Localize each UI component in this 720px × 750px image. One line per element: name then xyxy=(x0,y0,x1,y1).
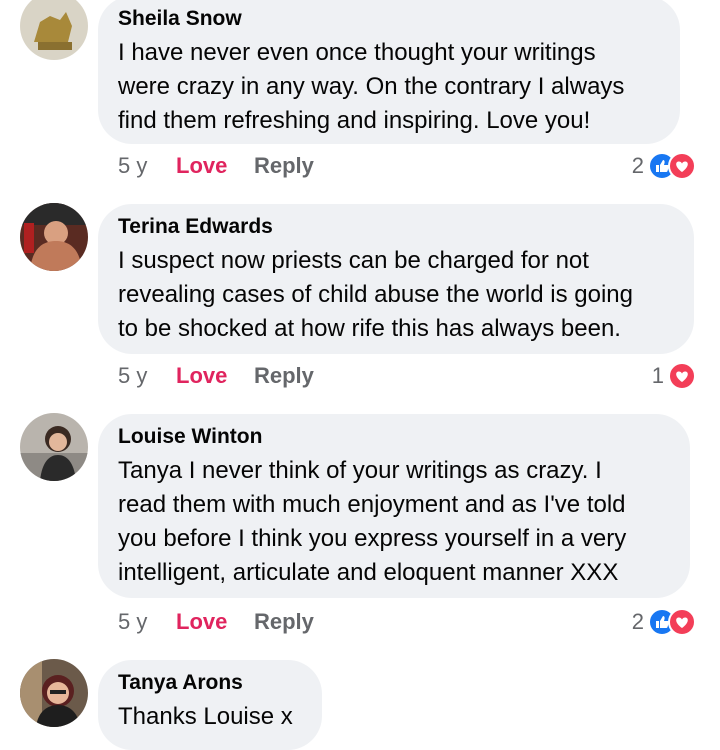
comment-bubble: Sheila Snow I have never even once thoug… xyxy=(98,0,680,144)
love-button[interactable]: Love xyxy=(176,609,254,635)
avatar-terina-edwards[interactable] xyxy=(20,203,88,271)
comment-author[interactable]: Louise Winton xyxy=(118,424,668,450)
comment-text: I have never even once thought your writ… xyxy=(118,39,625,134)
love-button[interactable]: Love xyxy=(176,153,254,179)
comment-timestamp[interactable]: 5 y xyxy=(118,153,176,179)
comment-actions: 5 y Love Reply xyxy=(118,607,314,637)
reply-button[interactable]: Reply xyxy=(254,363,314,389)
comment-actions: 5 y Love Reply xyxy=(118,151,314,181)
heart-icon xyxy=(668,362,696,390)
comment-text: I suspect now priests can be charged for… xyxy=(118,247,633,342)
comment-actions: 5 y Love Reply xyxy=(118,361,314,391)
comment-text: Tanya I never think of your writings as … xyxy=(118,457,627,586)
reaction-count: 2 xyxy=(631,153,644,178)
comment-timestamp[interactable]: 5 y xyxy=(118,363,176,389)
reply-button[interactable]: Reply xyxy=(254,153,314,179)
reaction-summary[interactable]: 2 xyxy=(632,151,696,181)
comment-bubble: Terina Edwards I suspect now priests can… xyxy=(98,204,694,354)
comment-timestamp[interactable]: 5 y xyxy=(118,609,176,635)
love-button[interactable]: Love xyxy=(176,363,254,389)
avatar-tanya-arons[interactable] xyxy=(20,659,88,727)
avatar-sheila-snow[interactable] xyxy=(20,0,88,60)
avatar-louise-winton[interactable] xyxy=(20,413,88,481)
reaction-count: 1 xyxy=(651,363,664,388)
comment-bubble: Tanya Arons Thanks Louise x xyxy=(98,660,322,750)
comment-bubble: Louise Winton Tanya I never think of you… xyxy=(98,414,690,598)
comment-author[interactable]: Sheila Snow xyxy=(118,6,658,32)
comment-author[interactable]: Terina Edwards xyxy=(118,214,672,240)
reaction-summary[interactable]: 2 xyxy=(632,607,696,637)
heart-icon xyxy=(668,152,696,180)
comment-author[interactable]: Tanya Arons xyxy=(118,670,300,696)
heart-icon xyxy=(668,608,696,636)
reaction-count: 2 xyxy=(631,609,644,634)
reply-button[interactable]: Reply xyxy=(254,609,314,635)
comment-text: Thanks Louise x xyxy=(118,703,293,730)
reaction-summary[interactable]: 1 xyxy=(652,361,696,391)
